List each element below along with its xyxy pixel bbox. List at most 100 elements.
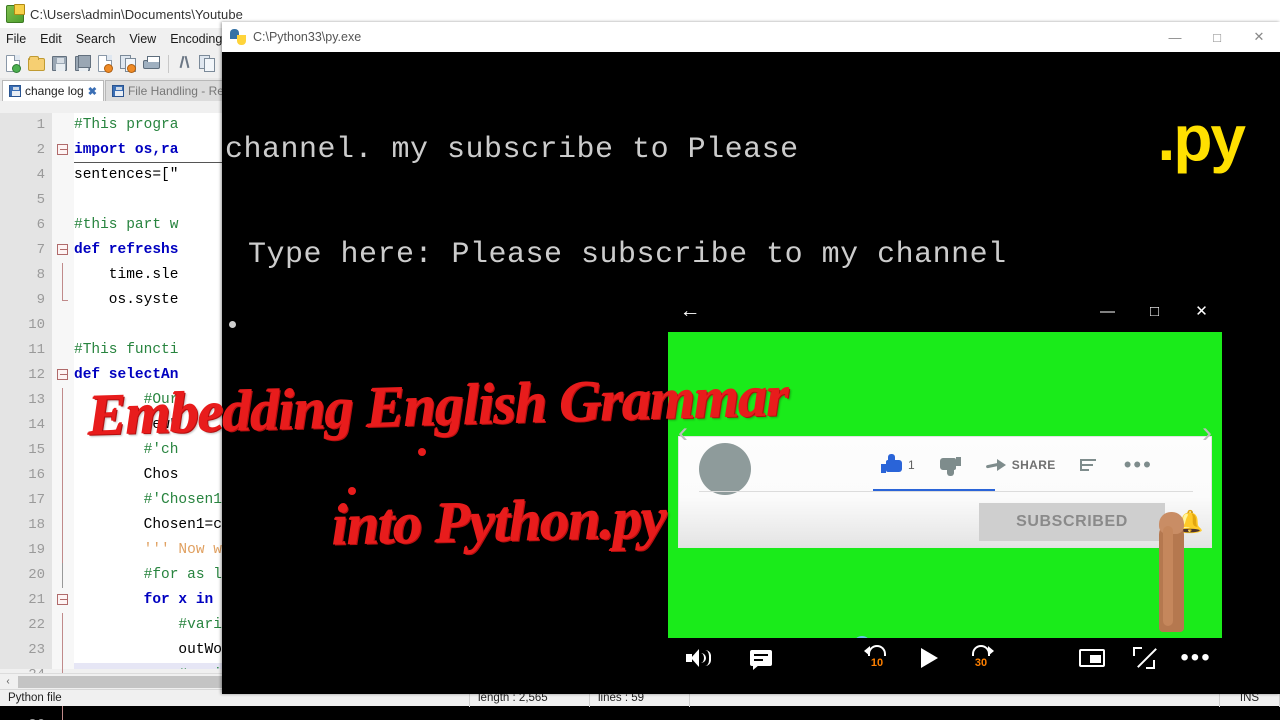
captions-icon <box>750 649 772 670</box>
line-number: 8 <box>36 267 45 283</box>
maximize-button[interactable]: □ <box>1196 22 1238 52</box>
fold-marker[interactable] <box>52 588 74 613</box>
line-number: 6 <box>36 217 45 233</box>
card-divider <box>699 491 1193 492</box>
carousel-prev-icon[interactable]: ‹ <box>678 416 688 450</box>
fold-margin[interactable] <box>52 113 74 720</box>
control-spacer-right <box>1007 638 1066 677</box>
line-number: 4 <box>36 167 45 183</box>
close-button[interactable]: ✕ <box>1238 22 1280 52</box>
rewind-10-icon: 10 <box>862 644 892 671</box>
video-player-window: ← — □ ✕ 1 SHARE ••• SUBSCRIBED 🔔 ‹ › 10 … <box>665 290 1225 680</box>
line-number-gutter: 1 2 4 5 6 7 8 9 10 11 12 13 14 15 16 17 … <box>0 113 52 720</box>
screen-root: C:\Users\admin\Documents\Youtube File Ed… <box>0 0 1280 720</box>
thumbs-down-icon <box>939 454 961 476</box>
console-cursor <box>229 321 236 328</box>
line-number: 22 <box>28 617 45 633</box>
minimize-button[interactable]: — <box>1084 290 1131 332</box>
fold-marker[interactable] <box>52 363 74 388</box>
menu-item-edit[interactable]: Edit <box>40 32 62 46</box>
line-number: 2 <box>36 142 45 158</box>
close-button[interactable]: ✕ <box>1178 290 1225 332</box>
line-number: 19 <box>28 542 45 558</box>
youtube-action-card: 1 SHARE ••• SUBSCRIBED 🔔 <box>678 436 1212 548</box>
console-title-text: C:\Python33\py.exe <box>253 30 362 44</box>
line-number: 23 <box>28 642 45 658</box>
control-spacer-left <box>792 638 851 677</box>
video-surface[interactable]: 1 SHARE ••• SUBSCRIBED 🔔 ‹ › <box>668 332 1222 638</box>
scroll-left-arrow[interactable]: ‹ <box>0 676 16 687</box>
play-icon <box>920 647 938 668</box>
menu-item-search[interactable]: Search <box>76 32 116 46</box>
print-icon[interactable] <box>142 54 162 74</box>
forward-30-button[interactable]: 30 <box>955 638 1007 677</box>
copy-icon[interactable] <box>198 54 218 74</box>
file-icon <box>111 85 124 97</box>
channel-avatar <box>699 443 751 495</box>
notepadpp-icon <box>6 4 25 23</box>
add-to-playlist-icon <box>1079 457 1100 473</box>
youtube-actions-row: 1 SHARE ••• <box>679 437 1211 495</box>
line-number: 13 <box>28 392 45 408</box>
more-options-button[interactable]: ••• <box>1170 638 1222 677</box>
save-icon[interactable] <box>50 54 70 74</box>
line-number: 10 <box>28 317 45 333</box>
mini-player-button[interactable] <box>1066 638 1118 677</box>
cut-icon[interactable] <box>175 54 195 74</box>
menu-item-file[interactable]: File <box>6 32 26 46</box>
like-button[interactable]: 1 <box>869 445 927 485</box>
dislike-button[interactable] <box>927 445 973 485</box>
console-output-line: channel. my subscribe to Please <box>225 133 799 167</box>
tab-label: change log <box>25 84 84 98</box>
thumbs-up-icon <box>881 454 903 476</box>
more-horizontal-icon: ••• <box>1180 643 1212 671</box>
share-button[interactable]: SHARE <box>973 445 1068 485</box>
close-all-icon[interactable] <box>119 54 139 74</box>
line-number: 26 <box>0 713 52 720</box>
line-number: 16 <box>28 467 45 483</box>
console-titlebar: C:\Python33\py.exe — □ ✕ <box>222 22 1280 52</box>
close-file-icon[interactable] <box>96 54 116 74</box>
rewind-10-label: 10 <box>870 656 884 669</box>
line-number: 7 <box>36 242 45 258</box>
new-file-icon[interactable] <box>4 54 24 74</box>
line-number: 12 <box>28 367 45 383</box>
carousel-next-icon[interactable]: › <box>1202 416 1212 450</box>
play-button[interactable] <box>903 638 955 677</box>
save-all-icon[interactable] <box>73 54 93 74</box>
forward-30-icon: 30 <box>966 644 996 671</box>
forward-30-label: 30 <box>974 656 988 669</box>
line-number: 1 <box>36 117 45 133</box>
line-number: 18 <box>28 517 45 533</box>
menu-item-encoding[interactable]: Encoding <box>170 32 222 46</box>
player-titlebar: ← — □ ✕ <box>665 290 1225 332</box>
overlay-ink-dot <box>418 448 426 456</box>
share-icon <box>985 456 1007 474</box>
fullscreen-button[interactable] <box>1118 638 1170 677</box>
line-number: 5 <box>36 192 45 208</box>
rewind-10-button[interactable]: 10 <box>851 638 903 677</box>
subscribed-button[interactable]: SUBSCRIBED <box>979 503 1165 541</box>
more-actions-button[interactable]: ••• <box>1112 445 1165 485</box>
volume-button[interactable] <box>668 638 730 677</box>
line-number: 17 <box>28 492 45 508</box>
fullscreen-icon <box>1133 646 1157 669</box>
captions-button[interactable] <box>730 638 792 677</box>
fold-marker[interactable] <box>52 238 74 263</box>
player-control-bar: 10 30 ••• <box>668 638 1222 677</box>
tab-close-icon[interactable]: ✖ <box>88 85 97 98</box>
back-arrow-icon[interactable]: ← <box>665 290 715 332</box>
finger-pointer-graphic <box>1155 512 1189 632</box>
save-to-playlist-button[interactable] <box>1068 445 1112 485</box>
menu-item-view[interactable]: View <box>129 32 156 46</box>
fold-marker[interactable] <box>52 138 74 163</box>
minimize-button[interactable]: — <box>1154 22 1196 52</box>
line-number: 20 <box>28 567 45 583</box>
share-label: SHARE <box>1011 458 1056 472</box>
notepadpp-title-text: C:\Users\admin\Documents\Youtube <box>30 6 243 22</box>
maximize-button[interactable]: □ <box>1131 290 1178 332</box>
action-buttons: 1 SHARE ••• <box>869 445 1165 485</box>
tab-change-log[interactable]: change log ✖ <box>2 80 104 101</box>
console-input-prompt-line: Type here: Please subscribe to my channe… <box>248 238 1007 272</box>
open-file-icon[interactable] <box>27 54 47 74</box>
